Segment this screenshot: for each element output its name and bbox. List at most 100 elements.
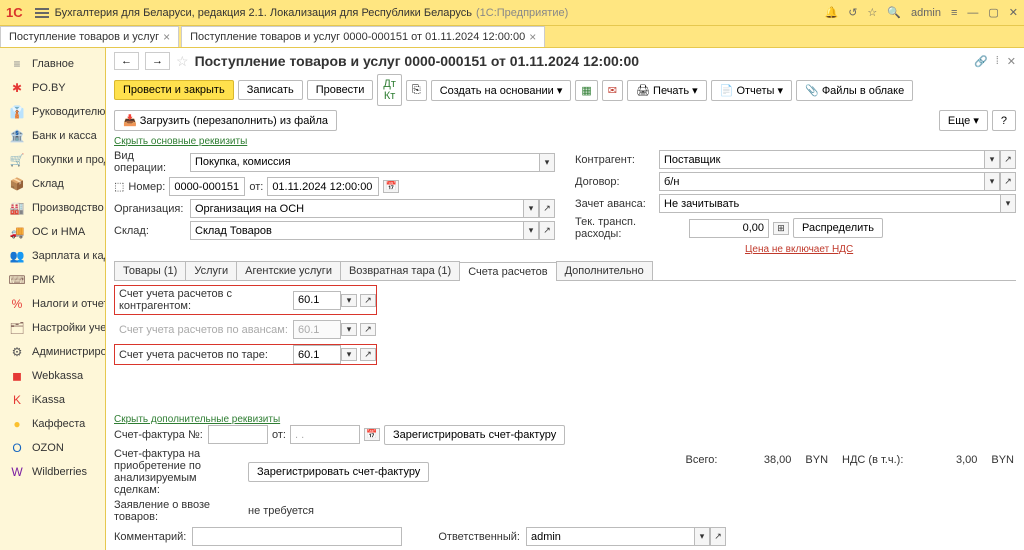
- history-icon[interactable]: ↺: [848, 6, 857, 19]
- sidebar-item[interactable]: KiKassa: [0, 388, 105, 412]
- invoice-no-input[interactable]: [208, 425, 268, 444]
- dropdown-icon[interactable]: ▾: [984, 150, 1000, 169]
- open-icon[interactable]: ↗: [360, 348, 376, 361]
- dropdown-icon[interactable]: ▾: [984, 172, 1000, 191]
- reg-invoice2-button[interactable]: Зарегистрировать счет-фактуру: [248, 462, 429, 482]
- comment-input[interactable]: [192, 527, 402, 546]
- tab-list[interactable]: Поступление товаров и услуг ×: [0, 26, 179, 47]
- counterparty-input[interactable]: [659, 150, 984, 169]
- dropdown-icon[interactable]: ▾: [694, 527, 710, 546]
- op-type-input[interactable]: [190, 153, 539, 172]
- dropdown-icon[interactable]: ▾: [341, 348, 357, 361]
- open-icon[interactable]: ↗: [539, 221, 555, 240]
- sidebar-item[interactable]: 📦Склад: [0, 172, 105, 196]
- favorite-icon[interactable]: ☆: [176, 53, 189, 70]
- sidebar-item[interactable]: 🏦Банк и касса: [0, 124, 105, 148]
- detail-tab[interactable]: Счета расчетов: [459, 262, 556, 281]
- responsible-input[interactable]: [526, 527, 694, 546]
- account-input[interactable]: [293, 291, 341, 310]
- reg-invoice-button[interactable]: Зарегистрировать счет-фактуру: [384, 425, 565, 445]
- distribute-button[interactable]: Распределить: [793, 218, 883, 238]
- esf-icon[interactable]: ✉: [602, 80, 623, 101]
- detail-tab[interactable]: Товары (1): [114, 261, 186, 280]
- link-icon[interactable]: 🔗: [974, 55, 988, 68]
- detail-tab[interactable]: Возвратная тара (1): [340, 261, 460, 280]
- dropdown-icon[interactable]: ▾: [523, 199, 539, 218]
- hide-main-req-link[interactable]: Скрыть основные реквизиты: [114, 136, 247, 147]
- doc-close-icon[interactable]: ✕: [1007, 55, 1016, 68]
- more-button[interactable]: Еще ▾: [939, 110, 988, 131]
- post-button[interactable]: Провести: [307, 80, 374, 100]
- tab-close-icon[interactable]: ×: [529, 30, 536, 44]
- sidebar-item[interactable]: ●Каффеста: [0, 412, 105, 436]
- close-icon[interactable]: ✕: [1009, 6, 1018, 19]
- sidebar-item[interactable]: 🛒Покупки и продажи: [0, 148, 105, 172]
- print-button[interactable]: 🖨 Печать ▾: [627, 80, 707, 101]
- detail-tab[interactable]: Услуги: [185, 261, 237, 280]
- create-based-button[interactable]: Создать на основании ▾: [431, 80, 572, 101]
- detail-tab[interactable]: Дополнительно: [556, 261, 653, 280]
- sidebar-item[interactable]: ◼Webkassa: [0, 364, 105, 388]
- calendar-icon[interactable]: 📅: [383, 180, 399, 193]
- sidebar-item[interactable]: %Налоги и отчетность: [0, 292, 105, 316]
- calendar-icon[interactable]: 📅: [364, 428, 380, 441]
- open-icon[interactable]: ↗: [1000, 150, 1016, 169]
- hide-extra-link[interactable]: Скрыть дополнительные реквизиты: [114, 414, 280, 425]
- calc-icon[interactable]: ⊞: [773, 222, 789, 235]
- post-close-button[interactable]: Провести и закрыть: [114, 80, 234, 100]
- settings-icon[interactable]: ≡: [951, 7, 957, 19]
- user-label[interactable]: admin: [911, 7, 941, 19]
- date-input[interactable]: [267, 177, 379, 196]
- open-icon[interactable]: ↗: [360, 323, 376, 336]
- open-icon[interactable]: ↗: [360, 294, 376, 307]
- sidebar-item[interactable]: ✱PO.BY: [0, 76, 105, 100]
- menu-icon[interactable]: [35, 6, 49, 20]
- help-button[interactable]: ?: [992, 110, 1016, 131]
- tab-document[interactable]: Поступление товаров и услуг 0000-000151 …: [181, 26, 545, 47]
- load-refill-button[interactable]: 📥 Загрузить (перезаполнить) из файла: [114, 110, 337, 131]
- sidebar-item[interactable]: 🚚ОС и НМА: [0, 220, 105, 244]
- detail-tab[interactable]: Агентские услуги: [236, 261, 341, 280]
- sidebar-item[interactable]: 🗂Настройки учета: [0, 316, 105, 340]
- forward-button[interactable]: →: [145, 52, 170, 70]
- sidebar-item[interactable]: WWildberries: [0, 460, 105, 484]
- open-icon[interactable]: ↗: [710, 527, 726, 546]
- sidebar-item[interactable]: ≡Главное: [0, 52, 105, 76]
- sidebar-item[interactable]: 👥Зарплата и кадры: [0, 244, 105, 268]
- transp-input[interactable]: [689, 219, 769, 238]
- sidebar-item[interactable]: ОOZON: [0, 436, 105, 460]
- open-icon[interactable]: ↗: [539, 199, 555, 218]
- reports-button[interactable]: 📄 Отчеты ▾: [711, 80, 792, 101]
- star-icon[interactable]: ☆: [867, 6, 877, 19]
- back-button[interactable]: ←: [114, 52, 139, 70]
- dropdown-icon[interactable]: ▾: [341, 323, 357, 336]
- dropdown-icon[interactable]: ▾: [523, 221, 539, 240]
- minimize-icon[interactable]: —: [967, 7, 978, 19]
- dt-kt-icon[interactable]: ДтКт: [377, 74, 402, 106]
- sidebar-item[interactable]: 👔Руководителю: [0, 100, 105, 124]
- dropdown-icon[interactable]: ▾: [341, 294, 357, 307]
- org-input[interactable]: [190, 199, 523, 218]
- barcode-icon[interactable]: ⬚: [114, 180, 124, 193]
- write-button[interactable]: Записать: [238, 80, 303, 100]
- structure-icon[interactable]: ⎘: [406, 80, 427, 101]
- dropdown-icon[interactable]: ▾: [1000, 194, 1016, 213]
- files-cloud-button[interactable]: 📎 Файлы в облаке: [796, 80, 913, 101]
- contract-input[interactable]: [659, 172, 984, 191]
- sidebar-item[interactable]: ⚙Администрирование: [0, 340, 105, 364]
- advance-input[interactable]: [659, 194, 1000, 213]
- excel-icon[interactable]: ▦: [575, 80, 597, 101]
- search-icon[interactable]: 🔍: [887, 6, 901, 19]
- warehouse-input[interactable]: [190, 221, 523, 240]
- account-input[interactable]: [293, 345, 341, 364]
- tab-close-icon[interactable]: ×: [163, 30, 170, 44]
- bell-icon[interactable]: 🔔: [824, 6, 838, 19]
- invoice-date-input[interactable]: [290, 425, 360, 444]
- number-input[interactable]: [169, 177, 245, 196]
- collapse-icon[interactable]: ⁞: [996, 55, 999, 68]
- dropdown-icon[interactable]: ▾: [539, 153, 555, 172]
- vat-mode-link[interactable]: Цена не включает НДС: [745, 244, 853, 255]
- maximize-icon[interactable]: ▢: [988, 6, 998, 19]
- open-icon[interactable]: ↗: [1000, 172, 1016, 191]
- sidebar-item[interactable]: ⌨РМК: [0, 268, 105, 292]
